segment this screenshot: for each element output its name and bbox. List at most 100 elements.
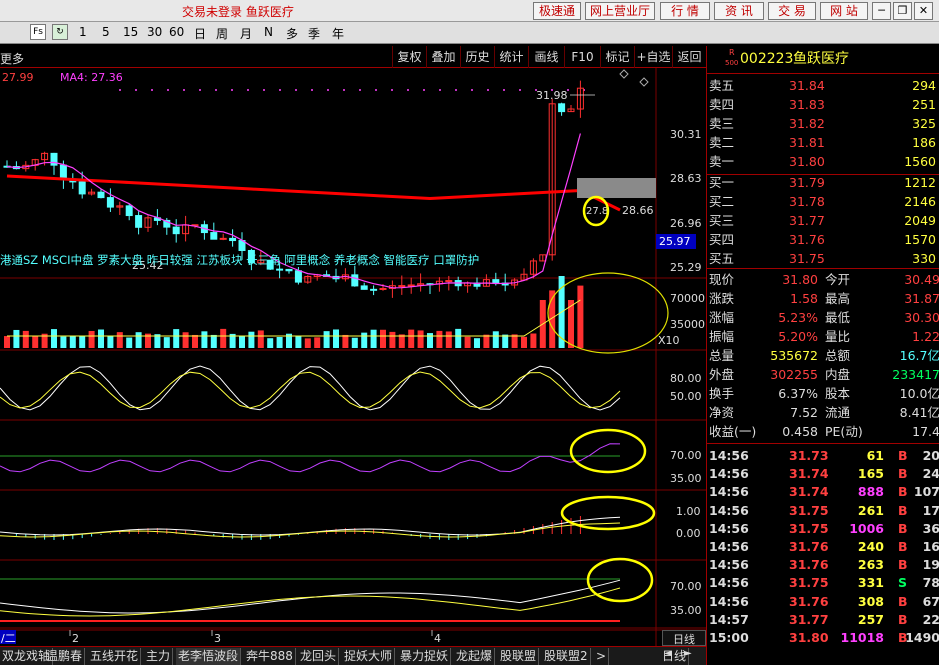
minimize-icon[interactable]: ─ (872, 2, 891, 20)
tab-7[interactable]: 捉妖大师 (342, 648, 396, 665)
marker-dot (151, 89, 153, 91)
tick-row: 14:56 31.76 308 B 67 (709, 593, 939, 609)
online-hall-button[interactable]: 网上营业厅 (585, 2, 655, 20)
volume-bar (295, 335, 302, 348)
scroll-left-icon[interactable]: ◄ (664, 648, 672, 659)
f10-tool[interactable]: F10 (564, 46, 600, 68)
back-tool[interactable]: 返回 (672, 46, 706, 68)
period-week[interactable]: 周 (216, 25, 228, 42)
candle (388, 280, 396, 298)
bid-row: 买四 31.76 1570 (709, 232, 936, 247)
fs-icon[interactable]: Fs (30, 24, 46, 40)
tab-10[interactable]: 股联盟 (498, 648, 540, 665)
volume-bar (361, 332, 368, 348)
marker-dot (327, 89, 329, 91)
day-line-label[interactable]: 日线 (662, 630, 706, 646)
candle (454, 276, 462, 291)
volume-bar (116, 332, 123, 348)
volume-bar (257, 330, 264, 348)
marker-dot (247, 89, 249, 91)
draw-line-tool[interactable]: 画线 (528, 46, 564, 68)
bid-row: 买二 31.78 2146 (709, 194, 936, 209)
period-1[interactable]: 1 (79, 25, 87, 39)
tick-row: 14:56 31.76 240 B 16 (709, 539, 939, 554)
volume-bar (577, 285, 584, 348)
chart-grid (0, 68, 706, 646)
volume-bar (79, 336, 86, 348)
r-badge-sub: 500 (725, 59, 739, 67)
tab-5[interactable]: 奔牛888 (244, 648, 296, 665)
stat-row: 换手 6.37% 股本 10.0亿 (709, 386, 939, 401)
tick-row: 14:56 31.76 263 B 19 (709, 557, 939, 573)
volume-bar (323, 331, 330, 348)
restore-icon[interactable]: ❐ (893, 2, 912, 20)
mark-tool[interactable]: 标记 (600, 46, 634, 68)
close-icon[interactable]: ✕ (914, 2, 933, 20)
stat-row: 净资 7.52 流通 8.41亿 (709, 405, 939, 420)
period-5[interactable]: 5 (102, 25, 110, 39)
kline-chart[interactable]: 27.99 MA4: 27.36 31.98 25.42 28.66 27.8 … (0, 68, 706, 646)
period-multi[interactable]: 多 (286, 25, 298, 42)
marker-dot (343, 89, 345, 91)
news-button[interactable]: 资 讯 (714, 2, 764, 20)
kline-area: 27.99 MA4: 27.36 31.98 25.42 28.66 27.8 … (0, 69, 702, 298)
box-value: 27.8 (586, 206, 608, 217)
candle (106, 188, 114, 212)
stock-header: R 500 002223 鱼跃医疗 (707, 48, 939, 68)
scroll-right-icon[interactable]: ► (684, 648, 692, 659)
volume-bar (69, 335, 76, 348)
period-60[interactable]: 60 (169, 25, 184, 39)
candle (135, 211, 143, 235)
tab-4[interactable]: 老李悟波段 (176, 648, 242, 665)
speed-button[interactable]: 极速通 (533, 2, 581, 20)
overlay-tool[interactable]: 叠加 (426, 46, 460, 68)
period-month[interactable]: 月 (240, 25, 252, 42)
add-favorite-tool[interactable]: +自选 (634, 46, 672, 68)
ma4-label: MA4: 27.36 (60, 71, 123, 84)
stock-name: 鱼跃医疗 (793, 51, 849, 67)
volume-bar (521, 336, 527, 348)
history-tool[interactable]: 历史 (460, 46, 494, 68)
candle (304, 275, 312, 284)
tab-2[interactable]: 五线开花 (88, 648, 142, 665)
volume-bar (445, 331, 452, 348)
tab-1[interactable]: 温鹏春 (44, 648, 86, 665)
period-year[interactable]: 年 (332, 25, 344, 42)
more-menu[interactable]: 更多 (0, 50, 24, 67)
statistics-tool[interactable]: 统计 (494, 46, 528, 68)
date-axis: /二 2 3 4 (0, 629, 706, 645)
period-30[interactable]: 30 (147, 25, 162, 39)
tab-3[interactable]: 主力 (144, 648, 174, 665)
stat-row: 总量 535672 总额 16.7亿 (709, 348, 939, 363)
volume-bar (51, 329, 57, 348)
ask-row: 卖一 31.80 1560 (709, 154, 936, 169)
tab-8[interactable]: 暴力捉妖 (398, 648, 452, 665)
candle (501, 273, 509, 292)
restore-rights-tool[interactable]: 复权 (392, 46, 426, 68)
period-n[interactable]: N (264, 25, 273, 39)
volume-bar (483, 334, 490, 348)
volume-bar (239, 335, 245, 348)
volume-bar (88, 330, 95, 348)
svg-text:X10: X10 (658, 334, 680, 347)
refresh-icon[interactable]: ↻ (52, 24, 68, 40)
period-15[interactable]: 15 (123, 25, 138, 39)
marker-dot (231, 89, 233, 91)
quotes-button[interactable]: 行 情 (660, 2, 710, 20)
candle (558, 102, 566, 116)
period-day[interactable]: 日 (194, 25, 206, 42)
tab-11[interactable]: 股联盟2 (542, 648, 591, 665)
highlight-circle-3 (560, 495, 656, 531)
trade-button[interactable]: 交 易 (768, 2, 816, 20)
marker-dot (263, 89, 265, 91)
period-bar: Fs ↻ 1 5 15 30 60 日 周 月 N 多 季 年 (0, 22, 939, 44)
candle (172, 219, 180, 243)
stat-row: 现价 31.80 今开 30.49 (709, 272, 939, 287)
period-season[interactable]: 季 (308, 25, 320, 42)
tab-6[interactable]: 龙回头 (298, 648, 340, 665)
tab-next[interactable]: > (594, 648, 610, 665)
svg-text:30.31: 30.31 (670, 128, 702, 141)
volume-bar (380, 329, 386, 348)
website-button[interactable]: 网 站 (820, 2, 868, 20)
tab-9[interactable]: 龙起爆 (454, 648, 496, 665)
